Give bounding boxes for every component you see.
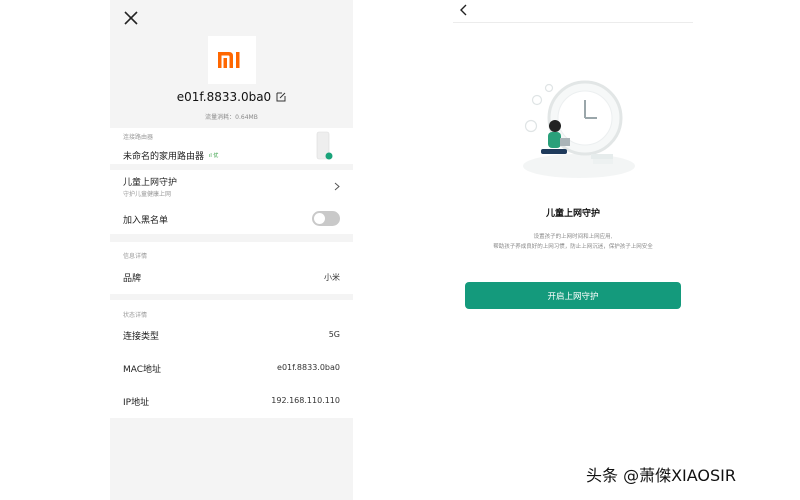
ip-label: IP地址 xyxy=(123,398,150,408)
blacklist-label: 加入黑名单 xyxy=(123,216,169,226)
edit-icon[interactable] xyxy=(276,92,286,102)
mac-label: MAC地址 xyxy=(123,365,162,375)
info-details-card: 信息详情 品牌 小米 xyxy=(110,242,353,294)
router-name: 未命名的家用路由器 xyxy=(123,152,205,162)
blacklist-row: 加入黑名单 xyxy=(110,202,353,234)
info-section-label: 信息详情 xyxy=(123,253,148,260)
protection-title: 儿童上网守护 xyxy=(545,209,600,219)
mac-value: e01f.8833.0ba0 xyxy=(277,363,340,372)
child-protection-subtitle: 守护儿童健康上网 xyxy=(123,191,172,198)
connection-type-label: 连接类型 xyxy=(123,332,160,342)
chevron-right-icon xyxy=(334,182,340,191)
close-icon[interactable] xyxy=(122,9,140,27)
blacklist-toggle[interactable] xyxy=(312,211,340,226)
status-section-label: 状态详情 xyxy=(123,312,148,319)
connection-type-value: 5G xyxy=(328,330,340,339)
enable-protection-button[interactable]: 开启上网守护 xyxy=(465,282,681,309)
status-details-card: 状态详情 连接类型 5G MAC地址 e01f.8833.0ba0 IP地址 1… xyxy=(110,300,353,418)
traffic-usage: 流量消耗：0.64MB xyxy=(205,114,258,121)
back-icon[interactable] xyxy=(459,4,469,16)
protection-description-2: 帮助孩子养成良好的上网习惯，防止上网沉迷，保护孩子上网安全 xyxy=(493,244,653,250)
clock-illustration xyxy=(523,80,635,178)
connected-router-card: 连接路由器 未命名的家用路由器 ıl 优 xyxy=(110,128,353,164)
device-detail-panel: e01f.8833.0ba0 流量消耗：0.64MB 连接路由器 未命名的家用路… xyxy=(110,0,353,500)
watermark: 头条 @萧傑XIAOSIR xyxy=(586,466,737,485)
child-protection-row[interactable]: 儿童上网守护 守护儿童健康上网 xyxy=(110,170,353,202)
header-divider xyxy=(453,22,693,23)
device-name: e01f.8833.0ba0 xyxy=(176,90,272,104)
mi-logo xyxy=(208,36,256,84)
device-name-row: e01f.8833.0ba0 xyxy=(110,90,353,104)
toggle-knob xyxy=(314,213,325,224)
child-protection-panel: 儿童上网守护 设置孩子的上网时间和上网应用, 帮助孩子养成良好的上网习惯，防止上… xyxy=(453,0,693,330)
router-icon xyxy=(316,131,333,160)
protection-description-1: 设置孩子的上网时间和上网应用, xyxy=(533,234,613,240)
brand-label: 品牌 xyxy=(123,274,142,284)
router-section-label: 连接路由器 xyxy=(123,134,154,141)
signal-badge: ıl 优 xyxy=(209,153,219,159)
brand-value: 小米 xyxy=(324,273,340,282)
ip-value: 192.168.110.110 xyxy=(271,396,340,405)
child-protection-label: 儿童上网守护 xyxy=(123,178,178,188)
router-name-wrap: 未命名的家用路由器 ıl 优 xyxy=(123,149,218,162)
